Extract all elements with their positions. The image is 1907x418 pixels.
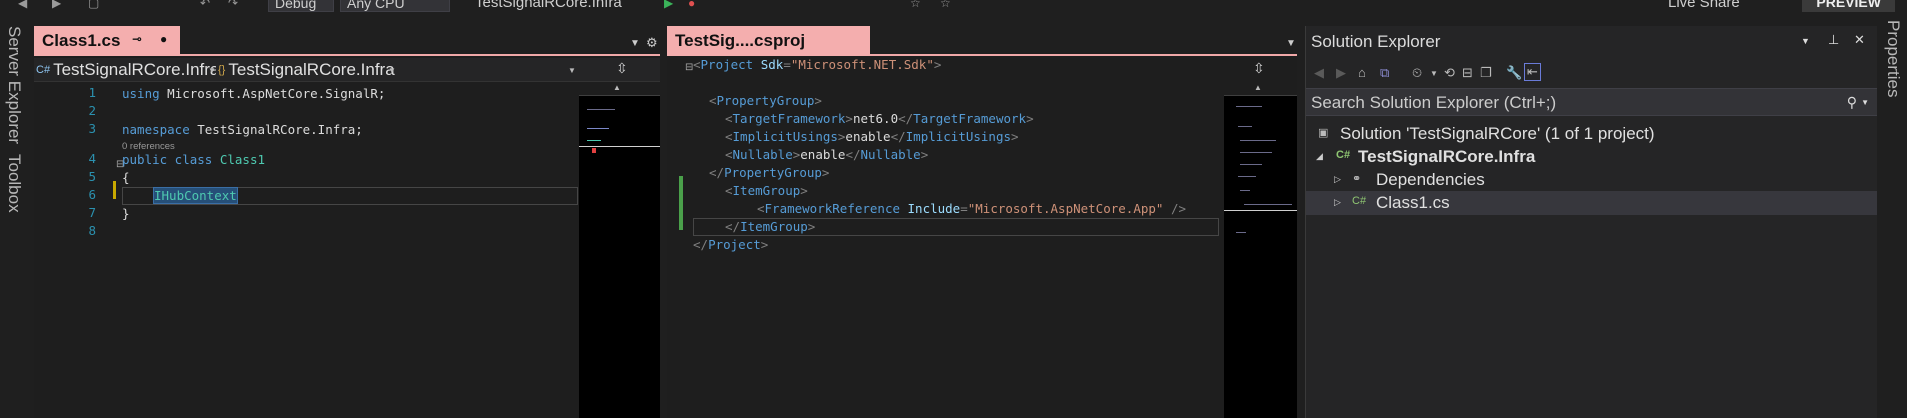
xml-line-nullable: <Nullable>enable</Nullable> bbox=[725, 147, 929, 162]
panel-menu-chevron-icon[interactable]: ▼ bbox=[1801, 36, 1810, 46]
collapsed-arrow-icon[interactable]: ▷ bbox=[1334, 174, 1341, 185]
properties-wrench-icon[interactable]: 🔧 bbox=[1506, 65, 1522, 81]
tree-item-label: TestSignalRCore.Infra bbox=[1358, 147, 1536, 166]
pin-icon[interactable]: ⊥ bbox=[1828, 32, 1839, 48]
tree-item-label: Dependencies bbox=[1376, 170, 1485, 189]
configuration-dropdown[interactable]: Debug bbox=[268, 0, 334, 12]
minimap-header: ▲ bbox=[1224, 82, 1297, 96]
line-number: 1 bbox=[88, 85, 96, 100]
close-icon[interactable]: ✕ bbox=[1854, 32, 1865, 48]
line-number: 8 bbox=[88, 223, 96, 238]
main-toolbar: ◀ ▶ ▢ ↶ ↷ Debug Any CPU TestSignalRCore.… bbox=[0, 0, 1907, 14]
expand-arrow-icon[interactable]: ◢ bbox=[1316, 151, 1323, 162]
pending-changes-filter-icon[interactable]: ⏲ bbox=[1412, 65, 1422, 81]
bookmark-icon[interactable]: ☆ bbox=[910, 0, 921, 10]
minimap-csproj[interactable]: ▲ bbox=[1224, 82, 1297, 418]
code-line-3: namespace TestSignalRCore.Infra; bbox=[122, 122, 363, 137]
line-number: 2 bbox=[88, 103, 96, 118]
xml-line-itemgroup-close: </ItemGroup> bbox=[725, 219, 816, 234]
forward-icon[interactable]: ▶ bbox=[1336, 65, 1346, 81]
line-number: 4 bbox=[88, 151, 96, 166]
search-input[interactable] bbox=[1311, 93, 1811, 113]
csharp-project-icon: C# bbox=[1336, 149, 1351, 161]
show-all-files-icon[interactable]: ❐ bbox=[1480, 65, 1492, 81]
line-number: 3 bbox=[88, 121, 96, 136]
collapsed-arrow-icon[interactable]: ▷ bbox=[1334, 197, 1341, 208]
new-file-icon[interactable]: ▢ bbox=[88, 0, 99, 10]
chevron-down-icon[interactable]: ▼ bbox=[1861, 98, 1869, 107]
xml-line-implicitusings: <ImplicitUsings>enable</ImplicitUsings> bbox=[725, 129, 1019, 144]
tab-overflow-icon[interactable]: ▼ bbox=[1286, 38, 1296, 49]
settings-gear-icon[interactable]: ⚙ bbox=[646, 35, 658, 51]
server-explorer-tab[interactable]: Server Explorer bbox=[4, 26, 24, 144]
forward-icon[interactable]: ▶ bbox=[52, 0, 61, 10]
tree-item-label: Class1.cs bbox=[1376, 193, 1450, 212]
preview-button[interactable]: PREVIEW bbox=[1802, 0, 1895, 12]
minimap-class1[interactable]: ▲ bbox=[579, 82, 660, 418]
tab-overflow-icon[interactable]: ▼ bbox=[630, 38, 640, 49]
tree-item-dependencies[interactable]: ▷ ⚭ Dependencies bbox=[1306, 168, 1877, 192]
xml-line-targetframework: <TargetFramework>net6.0</TargetFramework… bbox=[725, 111, 1034, 126]
solution-explorer-toolbar: ◀ ▶ ⌂ ⧉ ⏲ ▼ ⟲ ⊟ ❐ 🔧 ⇤ bbox=[1306, 60, 1877, 86]
search-icon[interactable]: ⚲ bbox=[1847, 94, 1857, 111]
csharp-file-icon: C# bbox=[1352, 195, 1367, 207]
tree-item-label: Solution 'TestSignalRCore' (1 of 1 proje… bbox=[1340, 124, 1655, 143]
platform-dropdown[interactable]: Any CPU bbox=[340, 0, 450, 12]
code-line-7: } bbox=[122, 206, 130, 221]
xml-line-propertygroup-close: </PropertyGroup> bbox=[709, 165, 830, 180]
solution-explorer-panel: Solution Explorer ▼ ⊥ ✕ ◀ ▶ ⌂ ⧉ ⏲ ▼ ⟲ ⊟ … bbox=[1305, 26, 1877, 418]
properties-tab[interactable]: Properties bbox=[1883, 20, 1903, 97]
run-icon[interactable]: ▶ bbox=[664, 0, 673, 10]
preview-selected-icon[interactable]: ⇤ bbox=[1524, 63, 1541, 81]
code-line-5: { bbox=[122, 170, 130, 185]
xml-line-frameworkreference: <FrameworkReference Include="Microsoft.A… bbox=[757, 201, 1187, 216]
change-marker bbox=[679, 176, 683, 230]
collapse-all-icon[interactable]: ⊟ bbox=[1462, 65, 1473, 81]
code-line-1: using Microsoft.AspNetCore.SignalR; bbox=[122, 86, 386, 101]
solution-icon: ▣ bbox=[1318, 127, 1329, 139]
line-number: 7 bbox=[88, 205, 96, 220]
xml-line-itemgroup-open: <ItemGroup> bbox=[725, 183, 808, 198]
home-icon[interactable]: ⌂ bbox=[1358, 65, 1366, 80]
editor-csproj: TestSig....csproj ▼ ⇳ ⊟ <Project Sdk="Mi… bbox=[667, 26, 1297, 418]
code-area-csproj[interactable]: <Project Sdk="Microsoft.NET.Sdk"> <Prope… bbox=[693, 26, 1283, 418]
xml-line-project-close: </Project> bbox=[693, 237, 769, 252]
chevron-down-icon[interactable]: ▼ bbox=[1430, 69, 1438, 78]
tree-item-solution[interactable]: ▣ Solution 'TestSignalRCore' (1 of 1 pro… bbox=[1306, 122, 1877, 146]
split-editor-icon[interactable]: ⇳ bbox=[616, 60, 628, 77]
stop-icon[interactable]: ● bbox=[688, 0, 695, 10]
undo-icon[interactable]: ↶ bbox=[200, 0, 210, 10]
switch-views-icon[interactable]: ⧉ bbox=[1380, 65, 1389, 81]
left-tool-strip: Server Explorer Toolbox bbox=[0, 14, 26, 418]
code-line-6: IHubContext bbox=[153, 187, 238, 204]
dependencies-icon: ⚭ bbox=[1352, 173, 1362, 185]
right-tool-strip: Properties bbox=[1877, 14, 1907, 418]
back-icon[interactable]: ◀ bbox=[1314, 65, 1324, 81]
code-line-4: public class Class1 bbox=[122, 152, 265, 167]
xml-line-project-open: <Project Sdk="Microsoft.NET.Sdk"> bbox=[693, 57, 942, 72]
redo-icon[interactable]: ↷ bbox=[228, 0, 238, 10]
editor-class1: Class1.cs ⊸ ● ▼ ⚙ C# TestSignalRCore.Infr… bbox=[34, 26, 660, 418]
tree-item-project[interactable]: ◢ C# TestSignalRCore.Infra bbox=[1306, 145, 1877, 169]
minimap-header: ▲ bbox=[579, 82, 660, 96]
csharp-project-icon: C# bbox=[36, 64, 51, 76]
bookmark-prev-icon[interactable]: ☆ bbox=[940, 0, 951, 10]
back-icon[interactable]: ◀ bbox=[18, 0, 27, 10]
toolbox-tab[interactable]: Toolbox bbox=[4, 154, 24, 213]
code-area-class1[interactable]: using Microsoft.AspNetCore.SignalR; name… bbox=[122, 26, 612, 418]
startup-project-label[interactable]: TestSignalRCore.Infra bbox=[475, 0, 622, 11]
line-number: 5 bbox=[88, 169, 96, 184]
change-marker bbox=[113, 181, 116, 199]
xml-line-propertygroup-open: <PropertyGroup> bbox=[709, 93, 822, 108]
solution-explorer-title: Solution Explorer bbox=[1311, 32, 1441, 51]
solution-explorer-search: ⚲ ▼ bbox=[1306, 88, 1877, 116]
tree-item-class1[interactable]: ▷ C# Class1.cs bbox=[1306, 191, 1877, 215]
line-number: 6 bbox=[88, 187, 96, 202]
live-share-button[interactable]: Live Share bbox=[1668, 0, 1740, 11]
sync-icon[interactable]: ⟲ bbox=[1444, 65, 1455, 81]
tab-title: Class1.cs bbox=[42, 31, 121, 50]
